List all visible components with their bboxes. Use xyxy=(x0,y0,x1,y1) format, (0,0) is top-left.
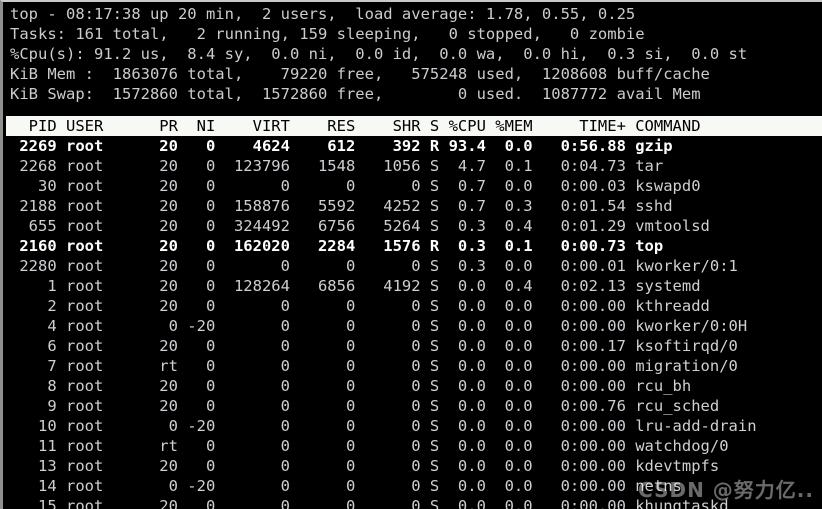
table-row: 7 root rt 0 0 0 0 S 0.0 0.0 0:00.00 migr… xyxy=(10,357,738,375)
table-row: 2 root 20 0 0 0 0 S 0.0 0.0 0:00.00 kthr… xyxy=(10,297,710,315)
table-row: 2188 root 20 0 158876 5592 4252 S 0.7 0.… xyxy=(10,197,673,215)
top-memory-line: KiB Mem : 1863076 total, 79220 free, 575… xyxy=(10,65,710,83)
table-row: 15 root 20 0 0 0 0 S 0.0 0.0 0:00.00 khu… xyxy=(10,497,729,509)
terminal-screen[interactable]: top - 08:17:38 up 20 min, 2 users, load … xyxy=(6,4,822,509)
table-row: 2269 root 20 0 4624 612 392 R 93.4 0.0 0… xyxy=(10,137,673,155)
table-row: 2160 root 20 0 162020 2284 1576 R 0.3 0.… xyxy=(10,237,664,255)
top-swap-line: KiB Swap: 1572860 total, 1572860 free, 0… xyxy=(10,85,701,103)
table-row: 13 root 20 0 0 0 0 S 0.0 0.0 0:00.00 kde… xyxy=(10,457,720,475)
table-row: 11 root rt 0 0 0 0 S 0.0 0.0 0:00.00 wat… xyxy=(10,437,729,455)
table-row: 1 root 20 0 128264 6856 4192 S 0.0 0.4 0… xyxy=(10,277,701,295)
table-row: 10 root 0 -20 0 0 0 S 0.0 0.0 0:00.00 lr… xyxy=(10,417,757,435)
process-table-header: PID USER PR NI VIRT RES SHR S %CPU %MEM … xyxy=(6,116,822,136)
top-tasks-line: Tasks: 161 total, 2 running, 159 sleepin… xyxy=(10,25,645,43)
terminal-window[interactable]: top - 08:17:38 up 20 min, 2 users, load … xyxy=(0,0,822,509)
table-row: 655 root 20 0 324492 6756 5264 S 0.3 0.4… xyxy=(10,217,710,235)
table-row: 30 root 20 0 0 0 0 S 0.7 0.0 0:00.03 ksw… xyxy=(10,177,701,195)
table-row: 4 root 0 -20 0 0 0 S 0.0 0.0 0:00.00 kwo… xyxy=(10,317,748,335)
table-row: 8 root 20 0 0 0 0 S 0.0 0.0 0:00.00 rcu_… xyxy=(10,377,692,395)
top-uptime-line: top - 08:17:38 up 20 min, 2 users, load … xyxy=(10,5,636,23)
table-row: 9 root 20 0 0 0 0 S 0.0 0.0 0:00.76 rcu_… xyxy=(10,397,720,415)
process-table-body: 2269 root 20 0 4624 612 392 R 93.4 0.0 0… xyxy=(6,136,822,509)
top-cpu-line: %Cpu(s): 91.2 us, 8.4 sy, 0.0 ni, 0.0 id… xyxy=(10,45,748,63)
table-row: 2268 root 20 0 123796 1548 1056 S 4.7 0.… xyxy=(10,157,664,175)
table-row: 14 root 0 -20 0 0 0 S 0.0 0.0 0:00.00 ne… xyxy=(10,477,682,495)
table-row: 6 root 20 0 0 0 0 S 0.0 0.0 0:00.17 ksof… xyxy=(10,337,738,355)
table-row: 2280 root 20 0 0 0 0 S 0.3 0.0 0:00.01 k… xyxy=(10,257,738,275)
